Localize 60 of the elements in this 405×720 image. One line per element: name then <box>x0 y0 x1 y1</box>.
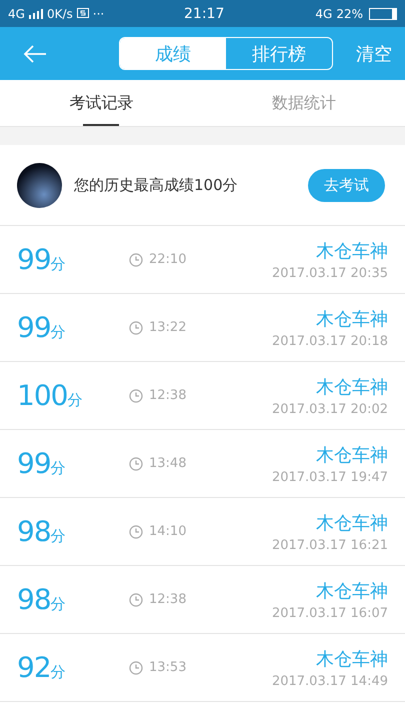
record-date: 2017.03.17 20:18 <box>272 334 388 348</box>
clock-icon <box>129 320 143 334</box>
record-date: 2017.03.17 14:49 <box>272 674 388 688</box>
clock-icon <box>129 388 143 402</box>
clock-icon <box>129 456 143 470</box>
user-name: 木仓车神 <box>316 648 388 670</box>
duration-text: 22:10 <box>149 252 186 267</box>
clock-icon <box>129 252 143 266</box>
clock: 21:17 <box>184 6 224 22</box>
speed-label: 0K/s <box>46 6 73 20</box>
user-name: 木仓车神 <box>316 580 388 602</box>
record-date: 2017.03.17 20:02 <box>272 402 388 416</box>
record-date: 2017.03.17 19:47 <box>272 470 388 484</box>
record-row[interactable]: 99分 13:48 木仓车神 2017.03.17 19:47 <box>0 430 405 498</box>
start-exam-button[interactable]: 去考试 <box>308 168 385 202</box>
user-name: 木仓车神 <box>316 308 388 330</box>
record-date: 2017.03.17 20:35 <box>272 266 388 280</box>
duration-text: 12:38 <box>149 592 186 607</box>
score: 98分 <box>17 515 67 548</box>
notification-icon <box>76 8 89 19</box>
record-row[interactable]: 99分 22:10 木仓车神 2017.03.17 20:35 <box>0 226 405 294</box>
signal-icon <box>28 8 43 18</box>
user-name: 木仓车神 <box>316 240 388 262</box>
record-row[interactable]: 99分 13:22 木仓车神 2017.03.17 20:18 <box>0 294 405 362</box>
avatar <box>17 162 62 208</box>
duration-text: 12:38 <box>149 388 186 403</box>
score: 100分 <box>17 379 84 412</box>
battery-icon <box>369 8 397 20</box>
score: 92分 <box>17 651 67 684</box>
record-row[interactable]: 92分 13:53 木仓车神 2017.03.17 14:49 <box>0 634 405 702</box>
network-label: 4G <box>315 6 332 20</box>
user-name: 木仓车神 <box>316 512 388 534</box>
clear-button[interactable]: 清空 <box>356 42 392 66</box>
back-arrow-icon <box>23 44 47 62</box>
battery-percent: 22% <box>336 6 363 20</box>
network-label: 4G <box>8 6 25 20</box>
user-name: 木仓车神 <box>316 376 388 398</box>
record-row[interactable]: 98分 12:38 木仓车神 2017.03.17 16:07 <box>0 566 405 634</box>
score: 98分 <box>17 583 67 616</box>
score: 99分 <box>17 447 67 480</box>
best-score-text: 您的历史最高成绩100分 <box>74 176 238 194</box>
clock-icon <box>129 660 143 674</box>
duration-text: 13:48 <box>149 456 186 471</box>
score: 99分 <box>17 311 67 344</box>
record-date: 2017.03.17 16:07 <box>272 606 388 620</box>
clock-icon <box>129 524 143 538</box>
user-name: 木仓车神 <box>316 444 388 466</box>
more-label: ··· <box>92 6 104 20</box>
duration-text: 13:22 <box>149 320 186 335</box>
clock-icon <box>129 592 143 606</box>
record-row[interactable]: 98分 14:10 木仓车神 2017.03.17 16:21 <box>0 498 405 566</box>
duration-text: 14:10 <box>149 524 186 539</box>
tab[interactable]: 考试记录 <box>0 80 202 126</box>
record-date: 2017.03.17 16:21 <box>272 538 388 552</box>
tab[interactable]: 数据统计 <box>202 80 405 126</box>
score: 99分 <box>17 243 67 276</box>
segment-tab[interactable]: 排行榜 <box>226 38 332 69</box>
segment-tab[interactable]: 成绩 <box>120 38 226 69</box>
duration-text: 13:53 <box>149 660 186 675</box>
record-row[interactable]: 100分 12:38 木仓车神 2017.03.17 20:02 <box>0 362 405 430</box>
